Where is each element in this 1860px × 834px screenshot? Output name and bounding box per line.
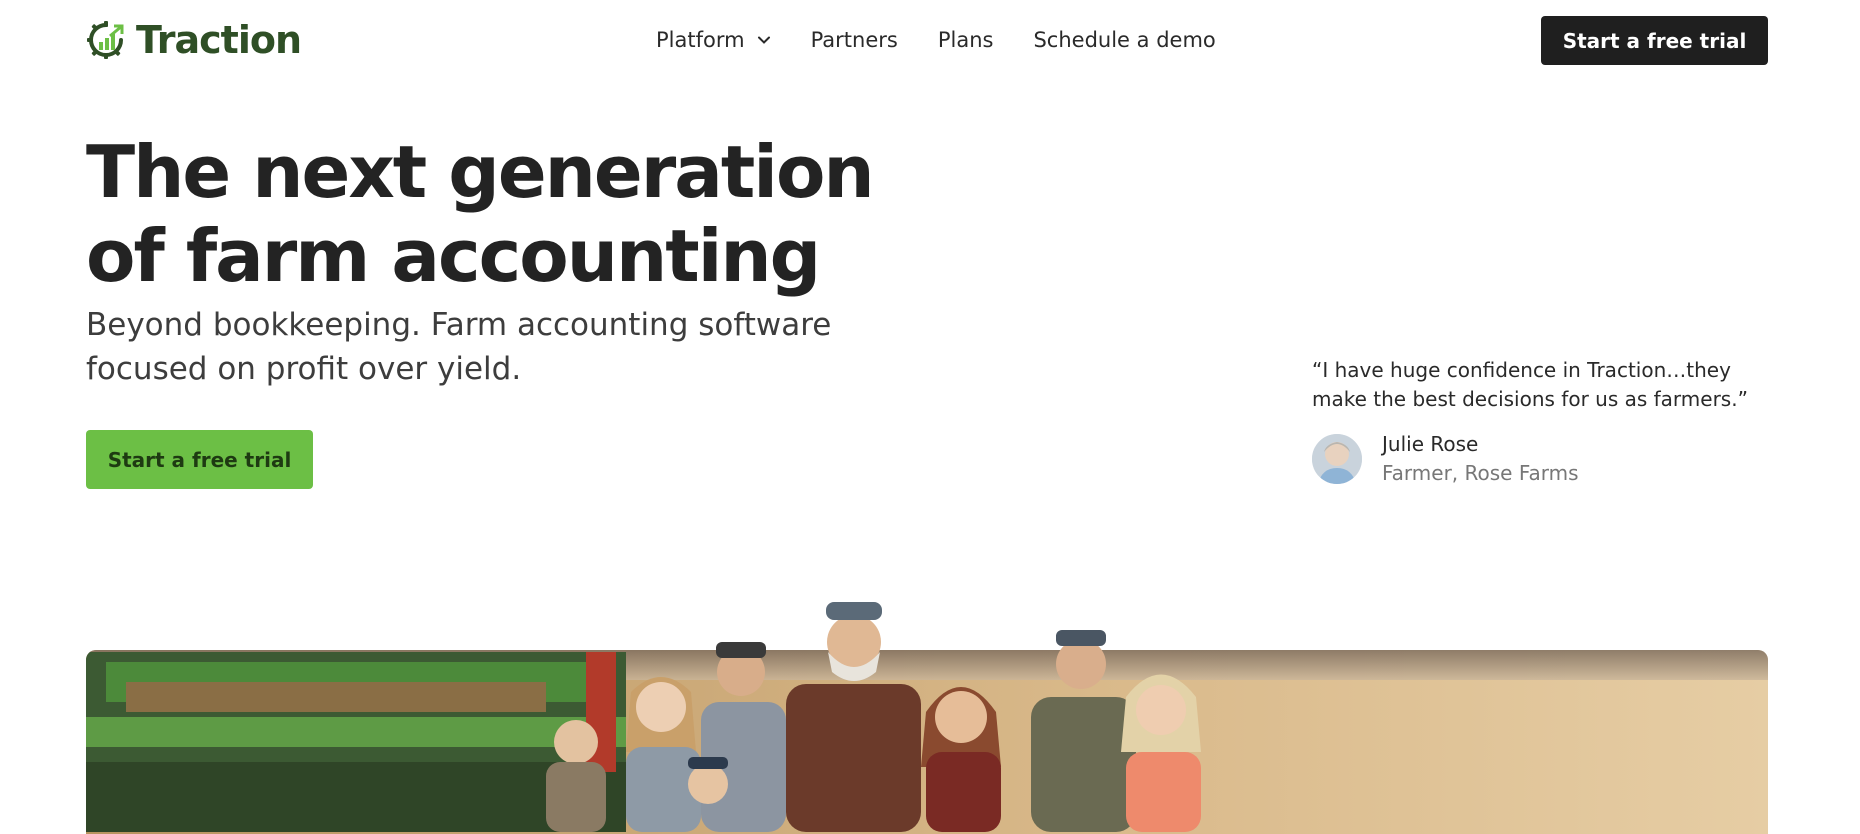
top-nav: Traction Platform Partners Plans Schedul… [0,0,1860,80]
nav-item-platform[interactable]: Platform [656,28,771,52]
author-name: Julie Rose [1382,432,1479,456]
nav-item-plans[interactable]: Plans [938,28,994,52]
avatar [1312,434,1362,484]
logo-text: Traction [136,18,302,62]
start-trial-button[interactable]: Start a free trial [1541,16,1768,65]
author-role: Farmer, Rose Farms [1382,461,1579,485]
logo-link[interactable]: Traction [86,18,302,62]
avatar-photo [1312,434,1362,484]
main-menu: Platform Partners Plans Schedule a demo [656,26,1256,54]
testimonial-quote: “I have huge confidence in Traction…they… [1312,358,1748,411]
nav-item-partners[interactable]: Partners [811,28,898,52]
testimonial-author: Julie Rose Farmer, Rose Farms [1312,430,1579,488]
nav-item-label: Platform [656,28,745,52]
author-details: Julie Rose Farmer, Rose Farms [1382,430,1579,488]
family-field-illustration [86,602,1768,834]
hero-subtitle: Beyond bookkeeping. Farm accounting soft… [86,307,832,387]
hero-family-photo [86,592,1768,834]
hero-start-trial-button[interactable]: Start a free trial [86,430,313,489]
nav-item-schedule-demo[interactable]: Schedule a demo [1033,28,1215,52]
chevron-down-icon [757,36,770,44]
hero-title: The next generation of farm accounting [86,130,875,298]
gear-chart-icon [87,21,124,59]
